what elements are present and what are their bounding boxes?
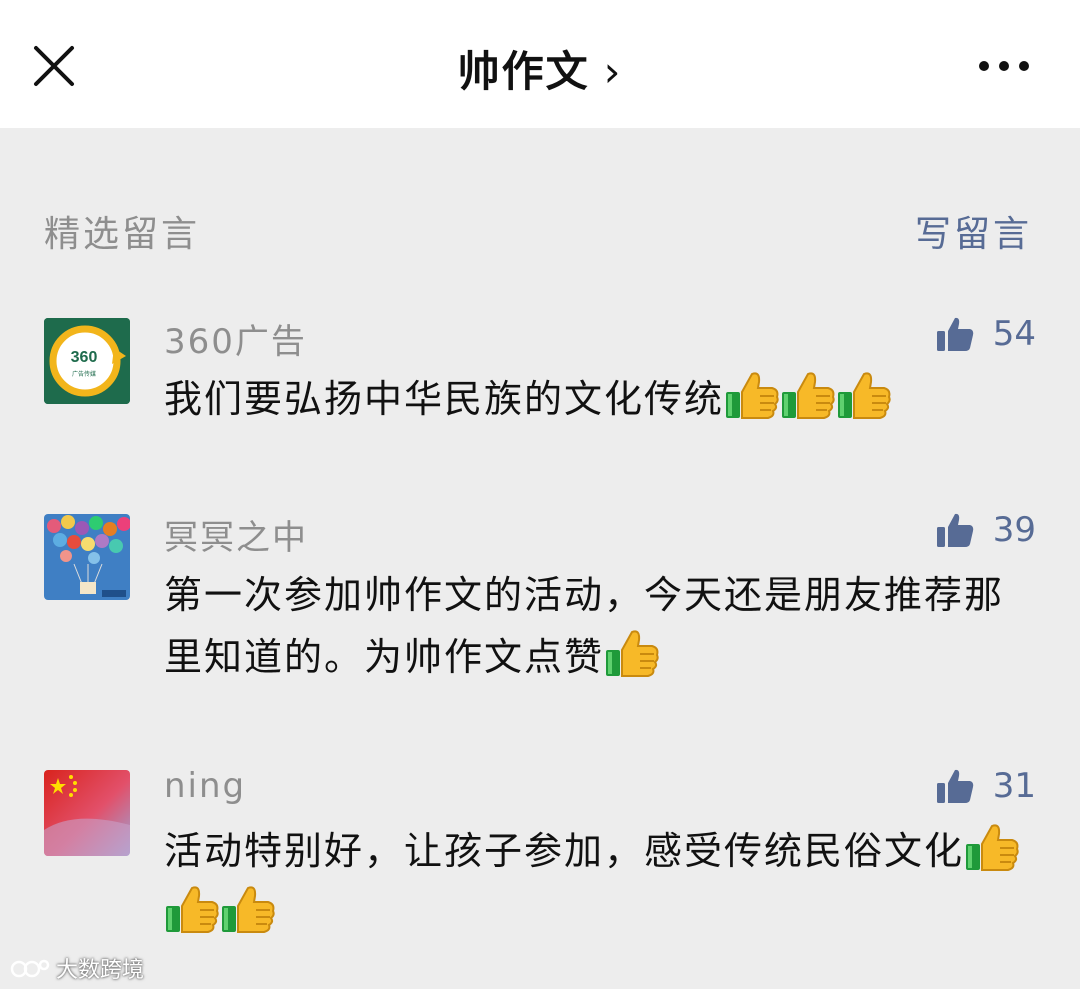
thumbs-up-emoji-icon [164,884,220,936]
thumbs-up-emoji-icon [964,822,1020,874]
avatar-subtext: 广告传媒 [72,370,96,378]
watermark-logo-icon [10,959,50,978]
avatar-balloons-image [44,514,130,600]
comment-nickname[interactable]: 360广告 [164,314,307,363]
comment-text-content: 活动特别好，让孩子参加，感受传统民俗文化 [164,829,965,873]
chevron-right-icon: › [603,47,623,96]
like-count: 54 [992,314,1036,354]
avatar[interactable]: 360 广告传媒 [44,318,130,404]
comment-text-content: 我们要弘扬中华民族的文化传统 [164,377,725,421]
like-button[interactable]: 54 [935,312,1036,356]
page-title[interactable]: 帅作文 › [0,38,1080,99]
thumbs-up-emoji-icon [604,628,660,680]
thumbs-up-emoji-icon [724,370,780,422]
thumbs-up-emoji-icon [836,370,892,422]
like-button[interactable]: 31 [935,764,1036,808]
featured-comments-label: 精选留言 [44,214,201,255]
more-dots-icon [979,61,1029,71]
write-comment-link[interactable]: 写留言 [915,205,1032,257]
comment-nickname[interactable]: ning [164,766,246,806]
thumbs-up-icon [935,766,975,806]
more-options-button[interactable] [976,56,1032,76]
comment-text: 第一次参加帅作文的活动，今天还是朋友推荐那里知道的。为帅作文点赞 [164,564,1024,688]
watermark: 大数跨境 [10,952,144,984]
page-title-text: 帅作文 [457,47,590,96]
thumbs-up-icon [935,314,975,354]
comment-text: 我们要弘扬中华民族的文化传统 [164,368,1024,430]
top-bar: 帅作文 › [0,0,1080,128]
avatar-360-logo: 360 广告传媒 [44,318,130,404]
comment-text-content: 第一次参加帅作文的活动，今天还是朋友推荐那里知道的。为帅作文点赞 [164,573,1005,679]
avatar[interactable] [44,514,130,600]
watermark-text: 大数跨境 [56,958,145,983]
thumbs-up-emoji-icon [220,884,276,936]
thumbs-up-emoji-icon [780,370,836,422]
like-count: 31 [992,766,1036,806]
thumbs-up-icon [935,510,975,550]
avatar[interactable] [44,770,130,856]
avatar-flag-image [44,770,130,856]
like-button[interactable]: 39 [935,508,1036,552]
comment-nickname[interactable]: 冥冥之中 [164,510,308,559]
like-count: 39 [992,510,1036,550]
comment-text: 活动特别好，让孩子参加，感受传统民俗文化 [164,820,1024,944]
avatar-text: 360 [71,349,98,366]
